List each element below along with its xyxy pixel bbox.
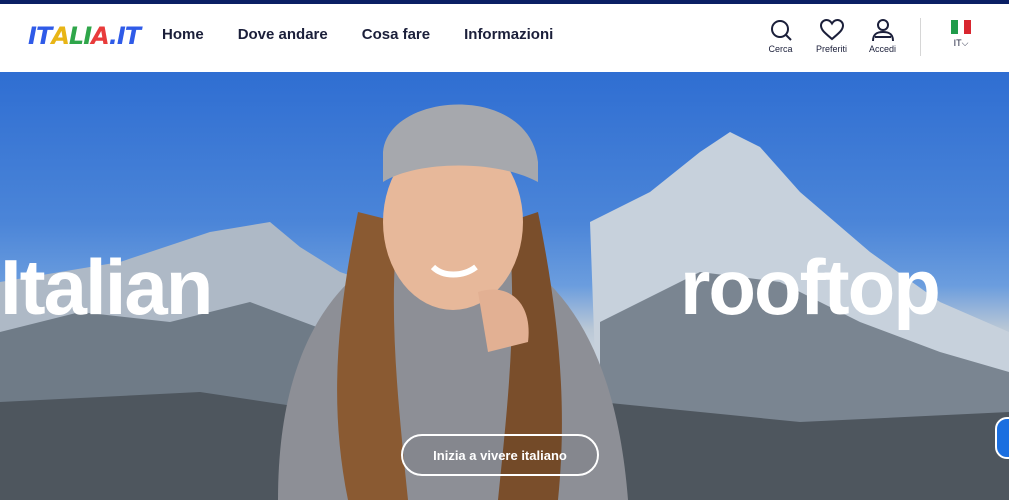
flag-green-stripe: [951, 20, 958, 34]
logo-letter: .: [108, 22, 118, 50]
site-header: ITALIA.IT Home Dove andare Cosa fare Inf…: [0, 4, 1009, 72]
header-actions: Cerca Preferiti Accedi IT⌵: [755, 8, 1009, 68]
flag-white-stripe: [957, 20, 965, 34]
cta-button[interactable]: Inizia a vivere italiano: [401, 434, 599, 476]
hero-banner: Italian rooftop Inizia a vivere italiano: [0, 72, 1009, 500]
logo-letter: A: [91, 22, 110, 50]
main-nav: Home Dove andare Cosa fare Informazioni: [162, 26, 587, 43]
logo-letter: L: [68, 22, 84, 50]
logo-letter: A: [51, 22, 70, 50]
side-chat-tab[interactable]: [995, 417, 1009, 459]
favorites-label: Preferiti: [815, 44, 847, 54]
italia-logo[interactable]: ITALIA.IT: [28, 22, 141, 50]
flag-red-stripe: [964, 20, 972, 34]
user-icon: [871, 19, 894, 42]
nav-informazioni[interactable]: Informazioni: [464, 26, 553, 43]
italy-flag-icon: [951, 20, 972, 34]
logo-letter: I: [116, 22, 126, 50]
favorites-button[interactable]: Preferiti: [806, 8, 857, 68]
logo-letter: T: [124, 22, 141, 50]
language-code: IT: [953, 38, 962, 48]
nav-dove-andare[interactable]: Dove andare: [238, 26, 328, 43]
language-label: IT⌵: [939, 38, 983, 49]
language-selector[interactable]: IT⌵: [939, 8, 983, 68]
search-icon: [770, 20, 792, 41]
logo-letter: I: [83, 22, 92, 50]
login-button[interactable]: Accedi: [857, 8, 908, 68]
hero-word-left: Italian: [0, 243, 213, 331]
logo-letter: T: [35, 22, 52, 50]
chevron-down-icon: ⌵: [961, 38, 969, 48]
nav-cosa-fare[interactable]: Cosa fare: [362, 26, 430, 43]
nav-home[interactable]: Home: [162, 26, 204, 43]
header-divider: [920, 18, 921, 56]
login-label: Accedi: [868, 44, 896, 54]
hero-word-right: rooftop: [680, 243, 941, 331]
search-label: Cerca: [768, 44, 793, 54]
search-button[interactable]: Cerca: [755, 8, 806, 68]
heart-icon: [819, 18, 844, 41]
logo-letter: I: [28, 22, 37, 50]
